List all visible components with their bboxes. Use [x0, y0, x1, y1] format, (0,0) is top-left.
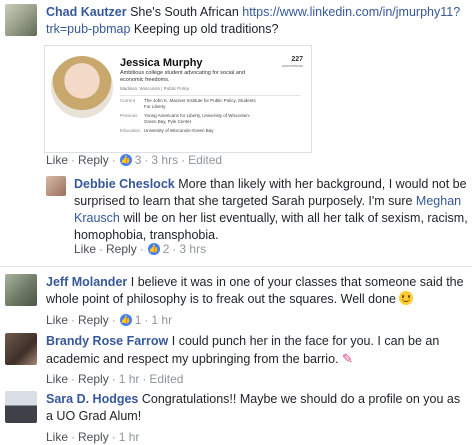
reaction-count[interactable]: 3 — [135, 153, 142, 167]
card-row-education: Education University of Wisconsin-Green B… — [120, 128, 256, 134]
like-link[interactable]: Like — [46, 313, 68, 327]
comment-jeff-molander: Jeff Molander I believe it was in one of… — [46, 274, 468, 308]
comment-actions: Like · Reply · 1 hr — [46, 429, 139, 445]
card-connections-count: 227 — [291, 56, 303, 63]
card-row-label: Current — [120, 98, 136, 103]
thumbs-up-icon[interactable]: 👍 — [119, 314, 132, 326]
comment-debbie-cheslock: Debbie Cheslock More than likely with he… — [74, 176, 468, 244]
comment-text-tail: will be on her list eventually, with all… — [74, 211, 468, 242]
separator-dot: · — [172, 242, 177, 256]
reply-link[interactable]: Reply — [106, 242, 137, 256]
card-profile-name: Jessica Murphy — [120, 57, 203, 69]
card-location: Madison, Wisconsin | Public Policy — [120, 86, 190, 91]
separator-dot: · — [111, 313, 116, 327]
card-details: Current The John K. MacIver Institute for… — [120, 98, 256, 137]
author-name[interactable]: Sara D. Hodges — [46, 392, 138, 406]
author-name[interactable]: Debbie Cheslock — [74, 177, 175, 191]
author-name[interactable]: Brandy Rose Farrow — [46, 334, 168, 348]
separator-dot: · — [144, 153, 149, 167]
card-connections-label: connections — [281, 63, 303, 68]
comment-actions: Like · Reply · 👍 2 · 3 hrs — [74, 241, 206, 257]
separator-dot: · — [71, 372, 76, 386]
comment-sara-d-hodges: Sara D. Hodges Congratulations!! Maybe w… — [46, 391, 468, 425]
card-row-label: Education — [120, 128, 141, 133]
avatar-debbie-cheslock[interactable] — [46, 176, 66, 196]
timestamp[interactable]: 1 hr — [151, 313, 172, 327]
author-name[interactable]: Chad Kautzer — [46, 5, 127, 19]
reaction-count[interactable]: 2 — [163, 242, 170, 256]
avatar-jeff-molander[interactable] — [5, 274, 37, 306]
edited-label[interactable]: Edited — [149, 372, 183, 386]
card-divider — [120, 95, 300, 96]
timestamp[interactable]: 1 hr — [119, 372, 140, 386]
separator-dot: · — [71, 313, 76, 327]
card-row-current: Current The John K. MacIver Institute for… — [120, 98, 256, 110]
avatar-chad-kautzer[interactable] — [5, 4, 37, 36]
card-row-value: University of Wisconsin-Green Bay — [144, 128, 214, 133]
separator-dot: · — [144, 313, 149, 327]
comment-text: She's South African — [130, 5, 243, 19]
card-row-value: Young Americans for Liberty, University … — [144, 113, 251, 124]
reaction-count[interactable]: 1 — [135, 313, 142, 327]
card-tagline: Ambitious college student advocating for… — [120, 70, 246, 83]
comment-divider — [0, 266, 472, 267]
thumbs-up-icon[interactable]: 👍 — [147, 243, 160, 255]
card-row-label: Previous — [120, 113, 138, 118]
smiley-emoji-icon — [399, 291, 414, 305]
comment-actions: Like · Reply · 1 hr · Edited — [46, 371, 183, 387]
like-link[interactable]: Like — [46, 372, 68, 386]
reply-link[interactable]: Reply — [78, 153, 109, 167]
separator-dot: · — [111, 153, 116, 167]
separator-dot: · — [181, 153, 186, 167]
card-row-previous: Previous Young Americans for Liberty, Uni… — [120, 113, 256, 125]
separator-dot: · — [142, 372, 147, 386]
avatar-sara-d-hodges[interactable] — [5, 391, 37, 423]
timestamp[interactable]: 3 hrs — [179, 242, 206, 256]
card-row-value: The John K. MacIver Institute for Public… — [144, 98, 256, 109]
author-name[interactable]: Jeff Molander — [46, 275, 127, 289]
nail-polish-emoji-icon: ✎ — [342, 351, 353, 366]
avatar-brandy-rose-farrow[interactable] — [5, 333, 37, 365]
like-link[interactable]: Like — [74, 242, 96, 256]
separator-dot: · — [71, 153, 76, 167]
comment-text-tail: Keeping up old traditions? — [130, 22, 279, 36]
comment-actions: Like · Reply · 👍 1 · 1 hr — [46, 312, 172, 328]
thumbs-up-icon[interactable]: 👍 — [119, 154, 132, 166]
link-preview-card[interactable]: Jessica Murphy 227 connections Ambitious… — [44, 45, 312, 153]
reply-link[interactable]: Reply — [78, 372, 109, 386]
comment-chad-kautzer: Chad Kautzer She's South African https:/… — [46, 4, 468, 38]
separator-dot: · — [139, 242, 144, 256]
card-connections: 227 connections — [282, 56, 303, 68]
comment-actions: Like · Reply · 👍 3 · 3 hrs · Edited — [46, 152, 222, 168]
edited-label[interactable]: Edited — [188, 153, 222, 167]
profile-photo — [51, 56, 113, 118]
like-link[interactable]: Like — [46, 153, 68, 167]
comment-brandy-rose-farrow: Brandy Rose Farrow I could punch her in … — [46, 333, 468, 368]
separator-dot: · — [99, 242, 104, 256]
separator-dot: · — [111, 372, 116, 386]
timestamp[interactable]: 3 hrs — [151, 153, 178, 167]
reply-link[interactable]: Reply — [78, 313, 109, 327]
